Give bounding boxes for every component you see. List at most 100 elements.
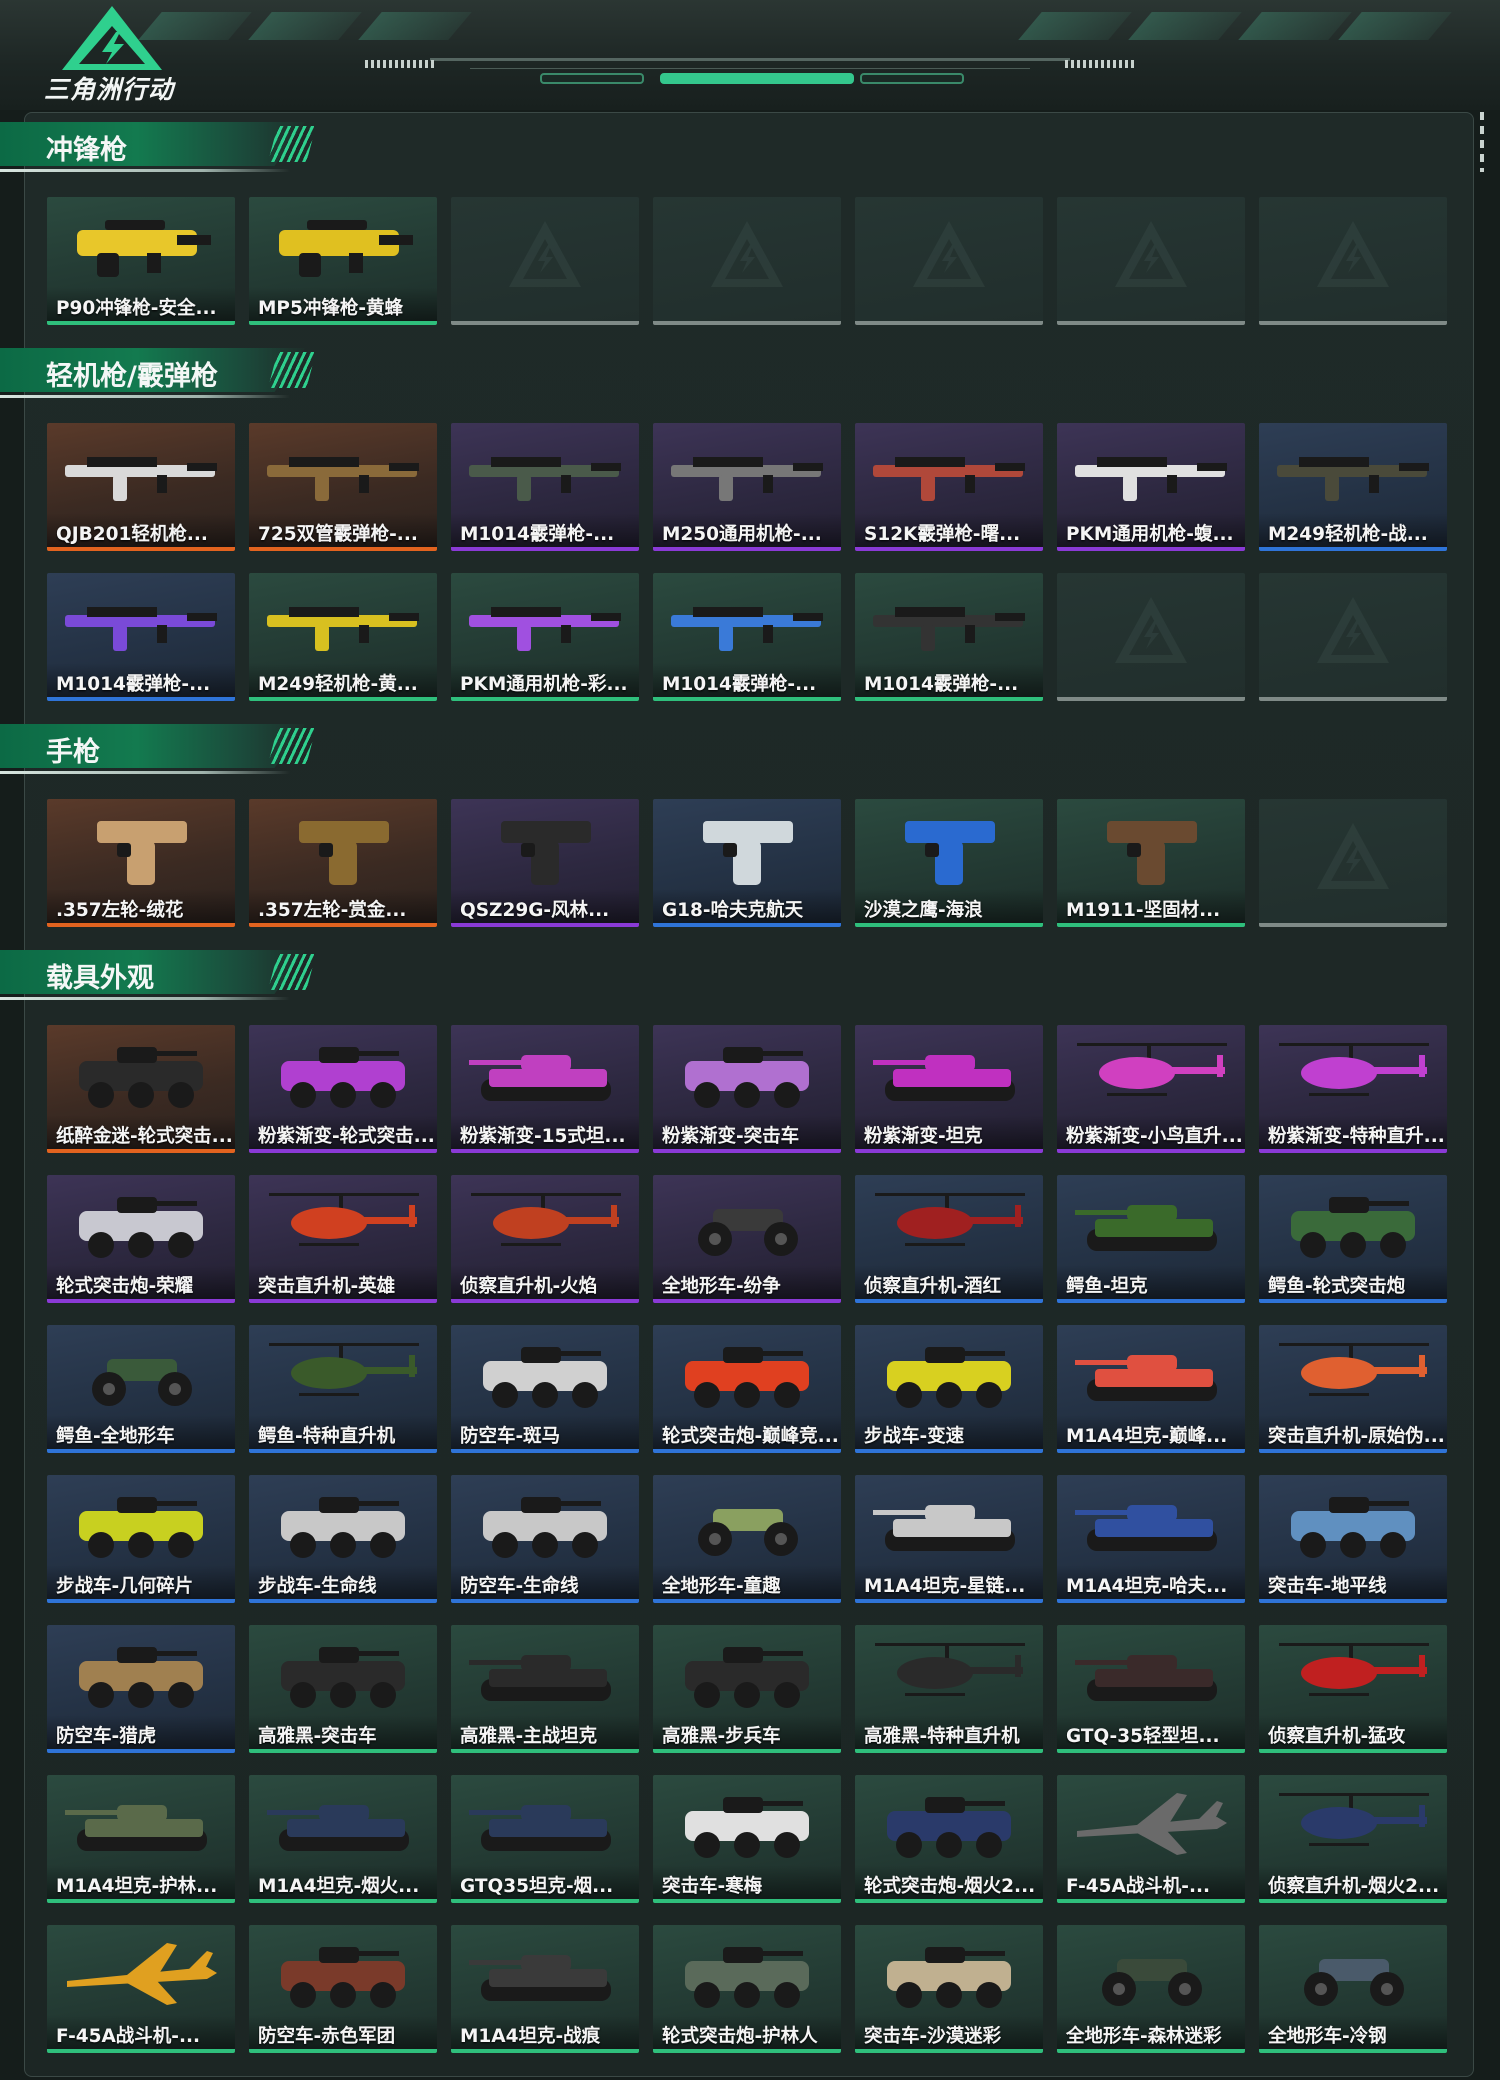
helicopter-icon — [269, 1193, 419, 1246]
item-card[interactable]: 轮式突击炮-烟火2... — [855, 1775, 1043, 1903]
item-card[interactable]: 沙漠之鹰-海浪 — [855, 799, 1043, 927]
rarity-bar — [451, 923, 639, 927]
item-card[interactable]: M1911-坚固材... — [1057, 799, 1245, 927]
atv-icon — [698, 1209, 798, 1256]
item-card[interactable]: 侦察直升机-猛攻 — [1259, 1625, 1447, 1753]
item-card[interactable]: 粉紫渐变-坦克 — [855, 1025, 1043, 1153]
item-card[interactable]: F-45A战斗机-... — [47, 1925, 235, 2053]
item-card[interactable]: M1014霰弹枪-... — [855, 573, 1043, 701]
header-indicator-active — [750, 73, 854, 84]
tank-icon — [469, 1055, 611, 1101]
section-header: 手枪 — [0, 724, 330, 780]
item-name: 沙漠之鹰-海浪 — [864, 900, 983, 921]
item-card[interactable]: G18-哈夫克航天 — [653, 799, 841, 927]
item-name: 高雅黑-主战坦克 — [460, 1726, 598, 1747]
item-card[interactable]: S12K霰弹枪-曙... — [855, 423, 1043, 551]
rarity-bar — [451, 1599, 639, 1603]
item-card[interactable]: 防空车-斑马 — [451, 1325, 639, 1453]
rarity-bar — [1057, 1749, 1245, 1753]
item-card[interactable]: 突击直升机-英雄 — [249, 1175, 437, 1303]
item-card[interactable]: 侦察直升机-火焰 — [451, 1175, 639, 1303]
item-card[interactable]: 725双管霰弹枪-... — [249, 423, 437, 551]
item-card[interactable]: 全地形车-森林迷彩 — [1057, 1925, 1245, 2053]
smg-icon — [279, 220, 413, 277]
rarity-bar — [451, 2049, 639, 2053]
item-card[interactable]: MP5冲锋枪-黄蜂 — [249, 197, 437, 325]
item-card[interactable]: 高雅黑-特种直升机 — [855, 1625, 1043, 1753]
item-card[interactable]: M1014霰弹枪-... — [451, 423, 639, 551]
scrollbar-handle[interactable] — [1480, 112, 1484, 172]
item-card[interactable]: 轮式突击炮-巅峰竞... — [653, 1325, 841, 1453]
item-card[interactable]: 防空车-赤色军团 — [249, 1925, 437, 2053]
item-card[interactable]: GTQ-35轻型坦... — [1057, 1625, 1245, 1753]
item-card[interactable]: 突击车-沙漠迷彩 — [855, 1925, 1043, 2053]
item-card[interactable]: P90冲锋枪-安全... — [47, 197, 235, 325]
item-card[interactable]: 鳄鱼-特种直升机 — [249, 1325, 437, 1453]
item-name: PKM通用机枪-彩... — [460, 674, 628, 695]
item-card[interactable]: 高雅黑-突击车 — [249, 1625, 437, 1753]
rarity-bar — [855, 547, 1043, 551]
item-card[interactable]: 高雅黑-主战坦克 — [451, 1625, 639, 1753]
item-card[interactable]: 粉紫渐变-突击车 — [653, 1025, 841, 1153]
item-card[interactable]: 粉紫渐变-15式坦... — [451, 1025, 639, 1153]
item-card[interactable]: 步战车-几何碎片 — [47, 1475, 235, 1603]
section-underline — [0, 395, 290, 398]
item-card[interactable]: M250通用机枪-... — [653, 423, 841, 551]
item-card[interactable]: 粉紫渐变-小鸟直升... — [1057, 1025, 1245, 1153]
item-card[interactable]: 突击直升机-原始伪... — [1259, 1325, 1447, 1453]
item-card[interactable]: F-45A战斗机-... — [1057, 1775, 1245, 1903]
item-card[interactable]: M249轻机枪-黄... — [249, 573, 437, 701]
item-card[interactable]: 鳄鱼-全地形车 — [47, 1325, 235, 1453]
item-card[interactable]: 纸醉金迷-轮式突击... — [47, 1025, 235, 1153]
item-name: M1A4坦克-护林... — [56, 1876, 218, 1897]
item-card[interactable]: 步战车-生命线 — [249, 1475, 437, 1603]
item-card[interactable]: 轮式突击炮-护林人 — [653, 1925, 841, 2053]
item-card[interactable]: 全地形车-纷争 — [653, 1175, 841, 1303]
item-card[interactable]: 突击车-地平线 — [1259, 1475, 1447, 1603]
section-title: 轻机枪/霰弹枪 — [46, 361, 218, 392]
item-card[interactable]: .357左轮-绒花 — [47, 799, 235, 927]
item-name: 突击车-地平线 — [1268, 1576, 1387, 1597]
item-card[interactable]: 粉紫渐变-轮式突击... — [249, 1025, 437, 1153]
vehicle-icon — [887, 1347, 1011, 1408]
item-card[interactable]: M249轻机枪-战... — [1259, 423, 1447, 551]
item-card[interactable]: 防空车-生命线 — [451, 1475, 639, 1603]
rarity-bar — [653, 923, 841, 927]
item-card[interactable]: 粉紫渐变-特种直升... — [1259, 1025, 1447, 1153]
item-card[interactable]: 突击车-寒梅 — [653, 1775, 841, 1903]
pistol-icon — [905, 821, 995, 885]
item-name: PKM通用机枪-蝮... — [1066, 524, 1234, 545]
rarity-bar — [1259, 923, 1447, 927]
item-card[interactable]: M1014霰弹枪-... — [47, 573, 235, 701]
item-card[interactable]: PKM通用机枪-蝮... — [1057, 423, 1245, 551]
rarity-bar — [249, 2049, 437, 2053]
item-name: GTQ-35轻型坦... — [1066, 1726, 1220, 1747]
item-card[interactable]: QSZ29G-风林... — [451, 799, 639, 927]
item-card[interactable]: 步战车-变速 — [855, 1325, 1043, 1453]
item-card[interactable]: GTQ35坦克-烟... — [451, 1775, 639, 1903]
item-card[interactable]: M1A4坦克-巅峰... — [1057, 1325, 1245, 1453]
item-card[interactable]: PKM通用机枪-彩... — [451, 573, 639, 701]
item-name: 粉紫渐变-15式坦... — [460, 1126, 626, 1147]
item-card[interactable]: 高雅黑-步兵车 — [653, 1625, 841, 1753]
tank-icon — [1075, 1655, 1217, 1701]
item-card[interactable]: M1A4坦克-烟火... — [249, 1775, 437, 1903]
item-card[interactable]: 侦察直升机-酒红 — [855, 1175, 1043, 1303]
tank-icon — [469, 1805, 611, 1851]
item-name: M249轻机枪-战... — [1268, 524, 1428, 545]
item-card[interactable]: 鳄鱼-坦克 — [1057, 1175, 1245, 1303]
item-card[interactable]: M1A4坦克-星链... — [855, 1475, 1043, 1603]
item-card[interactable]: 全地形车-童趣 — [653, 1475, 841, 1603]
item-card[interactable]: M1014霰弹枪-... — [653, 573, 841, 701]
item-card[interactable]: M1A4坦克-战痕 — [451, 1925, 639, 2053]
item-card[interactable]: M1A4坦克-哈夫... — [1057, 1475, 1245, 1603]
item-card[interactable]: .357左轮-赏金... — [249, 799, 437, 927]
item-card[interactable]: 防空车-猎虎 — [47, 1625, 235, 1753]
item-card[interactable]: 全地形车-冷钢 — [1259, 1925, 1447, 2053]
pistol-icon — [299, 821, 389, 885]
item-card[interactable]: QJB201轻机枪... — [47, 423, 235, 551]
item-card[interactable]: 侦察直升机-烟火2... — [1259, 1775, 1447, 1903]
item-card[interactable]: 轮式突击炮-荣耀 — [47, 1175, 235, 1303]
item-card[interactable]: M1A4坦克-护林... — [47, 1775, 235, 1903]
item-card[interactable]: 鳄鱼-轮式突击炮 — [1259, 1175, 1447, 1303]
